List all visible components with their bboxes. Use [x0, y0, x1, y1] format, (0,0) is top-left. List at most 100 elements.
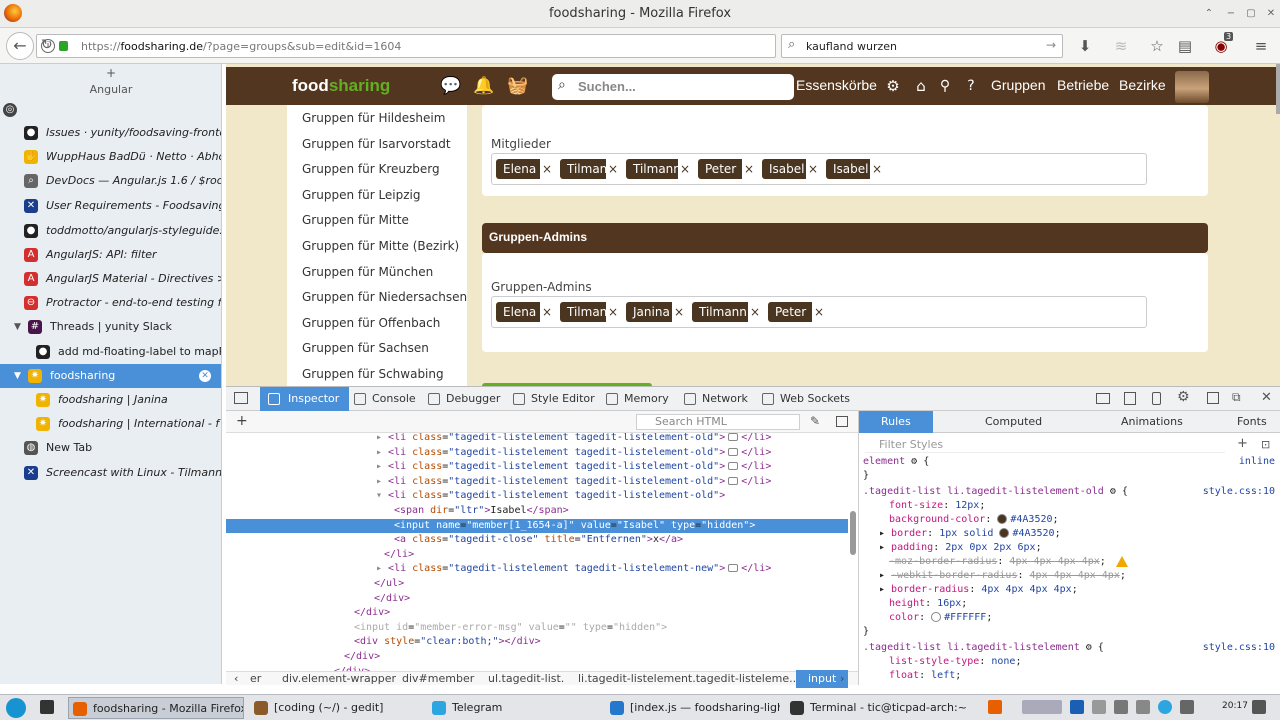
tab-animations[interactable]: Animations [1121, 411, 1183, 433]
terminal-launcher-icon[interactable] [40, 700, 54, 714]
markup-line[interactable]: <a class="tagedit-close" title="Entferne… [226, 533, 848, 547]
gear-icon[interactable]: ⚙ [1177, 389, 1190, 405]
search-value[interactable]: kaufland wurzen [806, 40, 897, 53]
group-list-item[interactable]: Gruppen für Leipzig [302, 188, 421, 202]
markup-line[interactable]: ▸ <li class="tagedit-listelement tagedit… [226, 475, 848, 489]
basket-icon[interactable]: 🧺 [507, 75, 529, 97]
sidebar-item[interactable]: ✷ foodsharing | International - f [0, 412, 221, 436]
rss-icon[interactable]: ≋ [1110, 36, 1132, 56]
group-list-item[interactable]: Gruppen für Kreuzberg [302, 162, 440, 176]
close-window-icon[interactable]: ✕ [1264, 7, 1278, 21]
sidebar-item[interactable]: ▼ ✷ foodsharing ✕ [0, 364, 221, 388]
remove-tag-icon[interactable]: × [742, 159, 756, 179]
decl-float[interactable]: float: left; [889, 669, 1280, 683]
foodsharing-search-input[interactable]: ⌕ Suchen... [552, 74, 794, 100]
network-icon[interactable] [1136, 700, 1150, 714]
search-html-input[interactable]: Search HTML [636, 414, 800, 430]
bell-icon[interactable]: 🔔 [473, 75, 495, 97]
dock-icon[interactable] [1207, 392, 1219, 404]
markup-line[interactable]: <div style="clear:both;"></div> [226, 635, 848, 649]
pseudo-class-icon[interactable]: ⊡ [1261, 438, 1270, 451]
maximize-icon[interactable]: ▢ [1244, 7, 1258, 21]
sidebar-item[interactable]: ⊖ Protractor - end-to-end testing fo [0, 291, 221, 315]
sidebar-toggle-icon[interactable] [836, 416, 848, 427]
home-icon[interactable]: ⌂ [910, 75, 932, 97]
tree-toggle-icon[interactable]: ▼ [14, 315, 21, 339]
filter-styles-input[interactable]: Filter Styles [865, 437, 1225, 453]
rule-element[interactable]: element ⚙ {inline [863, 455, 1277, 469]
admins-tag-input[interactable]: Elena × Tilman × Janina × Tilmann × Peter × [491, 296, 1147, 328]
add-node-icon[interactable]: + [236, 413, 248, 429]
settings-icon[interactable]: ◎ [3, 103, 17, 117]
telegram-icon[interactable] [1158, 700, 1172, 714]
decl-padding[interactable]: ▸ padding: 2px 0px 2px 6px; [879, 541, 1280, 555]
tab-debugger[interactable]: Debugger [428, 387, 500, 411]
add-tab-icon[interactable]: + [0, 66, 221, 80]
group-list-item[interactable]: Gruppen für Mitte (Bezirk) [302, 239, 459, 253]
decl-font-size[interactable]: font-size: 12px; [889, 499, 1280, 513]
breadcrumb-item[interactable]: ‹ [234, 670, 238, 688]
group-list-item[interactable]: Gruppen für Offenbach [302, 316, 440, 330]
nav-gruppen[interactable]: Gruppen [991, 77, 1045, 93]
sidebar-item[interactable]: ● add md-floating-label to mapP [0, 340, 221, 364]
markup-line[interactable]: </div> [226, 592, 848, 606]
reload-icon[interactable]: ↻ [41, 38, 455, 52]
markup-line[interactable]: ▸ <li class="tagedit-listelement tagedit… [226, 446, 848, 460]
remove-tag-icon[interactable]: × [870, 159, 884, 179]
nav-bezirke[interactable]: Bezirke [1119, 77, 1166, 93]
tree-toggle-icon[interactable]: ▼ [14, 364, 21, 388]
page-scrollbar[interactable] [1276, 64, 1280, 114]
avatar[interactable] [1175, 71, 1209, 103]
firefox-tray-icon[interactable] [988, 700, 1002, 714]
bluetooth-icon[interactable] [1070, 700, 1084, 714]
foodsharing-logo[interactable]: foodsharing [292, 76, 390, 96]
rule-tagedit-listelement[interactable]: .tagedit-list li.tagedit-listelement ⚙ {… [863, 641, 1277, 655]
breadcrumb-item[interactable]: › [840, 670, 844, 688]
close-devtools-icon[interactable]: ✕ [1261, 390, 1272, 405]
remove-tag-icon[interactable]: × [678, 159, 692, 179]
undock-icon[interactable]: ⧉ [1232, 390, 1241, 405]
markup-scrollbar[interactable] [850, 511, 856, 555]
breadcrumb-item[interactable]: li.tagedit-listelement.tagedit-listeleme… [578, 670, 800, 688]
remove-tag-icon[interactable]: × [672, 302, 686, 322]
tab-memory[interactable]: Memory [606, 387, 669, 411]
group-list-item[interactable]: Gruppen für Schwabing [302, 367, 444, 381]
tab-console[interactable]: Console [354, 387, 416, 411]
taskbar-item[interactable]: Telegram [428, 697, 600, 719]
logout-icon[interactable] [1252, 700, 1266, 714]
taskbar-item[interactable]: [index.js — foodsharing-light ... [606, 697, 780, 719]
sidebar-item[interactable]: ✕ Screencast with Linux - Tilmann Bec [0, 461, 221, 485]
tab-network[interactable]: Network [684, 387, 748, 411]
taskbar-item[interactable]: Terminal - tic@ticpad-arch:~/D... [786, 697, 966, 719]
tab-style-editor[interactable]: Style Editor [513, 387, 595, 411]
sidebar-item[interactable]: ✋ WuppHaus BadDü · Netto · Abhol [0, 145, 221, 169]
sidebar-item[interactable]: ⌕ DevDocs — Angular.js 1.6 / $rootSc [0, 169, 221, 193]
remove-tag-icon[interactable]: × [606, 159, 620, 179]
sidebar-item[interactable]: A AngularJS: API: filter [0, 243, 221, 267]
markup-line[interactable]: ▸ <li class="tagedit-listelement tagedit… [226, 433, 848, 445]
eyedropper-icon[interactable]: ✎ [810, 414, 820, 428]
tab-inspector[interactable]: Inspector [260, 387, 350, 411]
markup-line[interactable]: </li> [226, 548, 848, 562]
markup-line[interactable]: </div> [226, 606, 848, 620]
breadcrumb-item[interactable]: er [250, 670, 261, 688]
search-go-icon[interactable]: → [1046, 38, 1056, 52]
remove-tag-icon[interactable]: × [806, 159, 820, 179]
taskbar-item[interactable]: foodsharing - Mozilla Firefox [68, 697, 244, 719]
workspace-pager[interactable] [1022, 700, 1062, 714]
sidebar-item[interactable]: ✕ User Requirements - Foodsaving Wor [0, 194, 221, 218]
help-icon[interactable]: ? [960, 75, 982, 97]
decl-list-style-type[interactable]: list-style-type: none; [889, 655, 1280, 669]
remove-tag-icon[interactable]: × [748, 302, 762, 322]
markup-line[interactable]: <span dir="ltr">Isabel</span> [226, 504, 848, 518]
remove-tag-icon[interactable]: × [540, 302, 554, 322]
tab-rules[interactable]: Rules [859, 411, 933, 433]
tab-web-sockets[interactable]: Web Sockets [762, 387, 850, 411]
window-up-icon[interactable]: ⌃ [1202, 7, 1216, 21]
markup-line[interactable]: ▸ <li class="tagedit-listelement tagedit… [226, 460, 848, 474]
breadcrumb-item[interactable]: div.element-wrapper [282, 670, 396, 688]
remove-tag-icon[interactable]: × [812, 302, 826, 322]
sidebar-item[interactable]: ● toddmotto/angularjs-styleguide: Ang [0, 219, 221, 243]
decl-color[interactable]: color: #FFFFFF; [889, 611, 1280, 625]
decl-height[interactable]: height: 16px; [889, 597, 1280, 611]
